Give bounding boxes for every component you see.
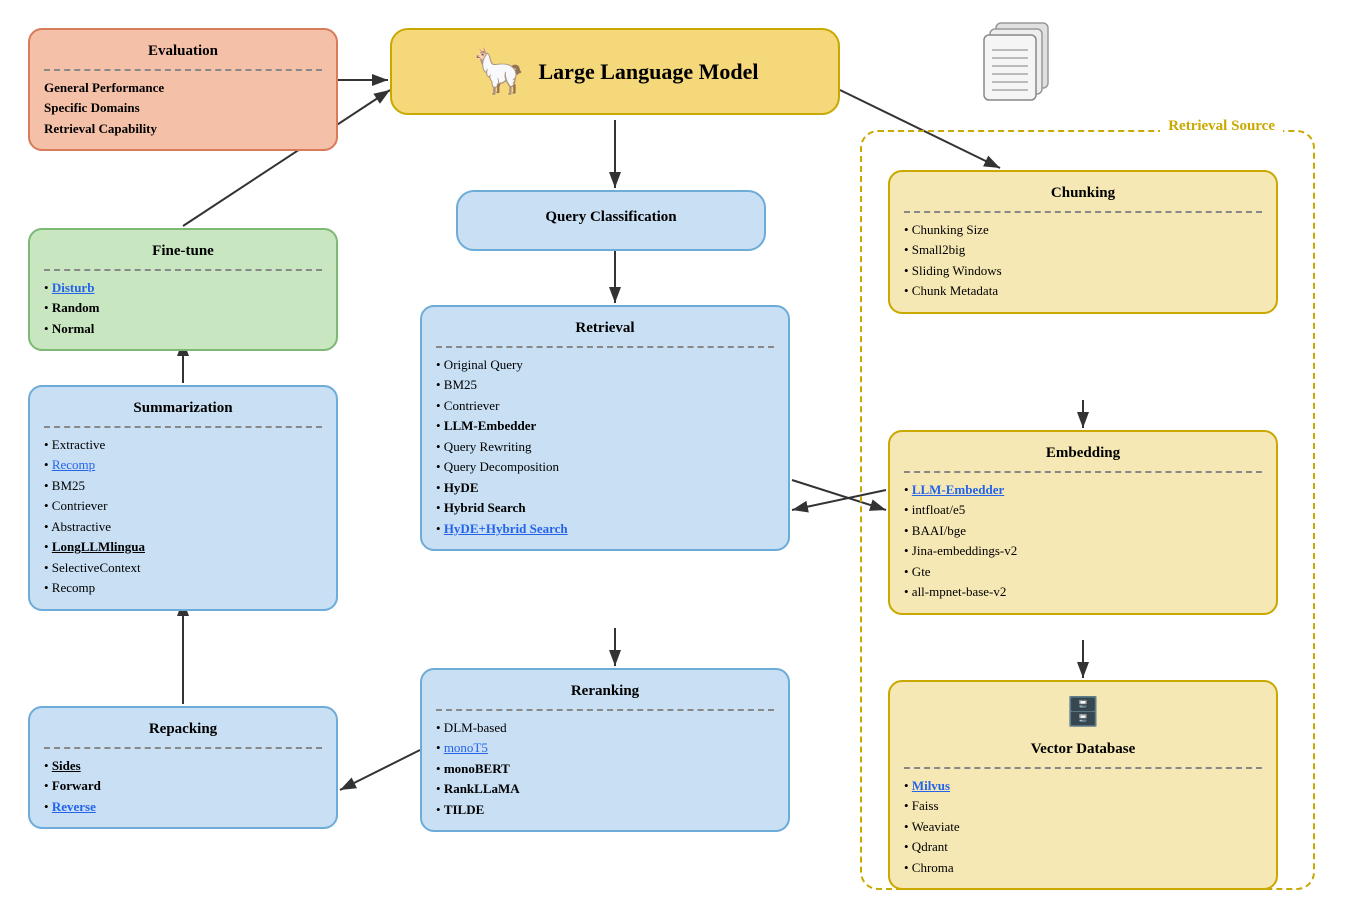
eval-item-3: Retrieval Capability [44,119,322,139]
reranking-divider [436,709,774,711]
chunking-items: • Chunking Size • Small2big • Sliding Wi… [904,220,1262,301]
chunk-small2big: • Small2big [904,240,1262,260]
finetune-item-random: • Random [44,298,322,318]
ret-contriever: • Contriever [436,396,774,416]
vdb-chroma: • Chroma [904,858,1262,878]
summ-recomp2: • Recomp [44,578,322,598]
ret-hybrid: • Hybrid Search [436,498,774,518]
summ-contriever: • Contriever [44,496,322,516]
document-icon-group [978,18,1058,112]
db-icon: 🗄️ [904,692,1262,734]
finetune-box: Fine-tune • Disturb • Random • Normal [28,228,338,351]
ret-hyde: • HyDE [436,478,774,498]
eval-item-1: General Performance [44,78,322,98]
summarization-title: Summarization [44,397,322,420]
emb-intfloat: • intfloat/e5 [904,500,1262,520]
summarization-box: Summarization • Extractive • Recomp • BM… [28,385,338,611]
ret-original: • Original Query [436,355,774,375]
evaluation-box: Evaluation General Performance Specific … [28,28,338,151]
retrieval-box: Retrieval • Original Query • BM25 • Cont… [420,305,790,551]
emb-mpnet: • all-mpnet-base-v2 [904,582,1262,602]
eval-divider [44,69,322,71]
repacking-reverse: • Reverse [44,797,322,817]
document-icon [978,18,1058,108]
eval-items: General Performance Specific Domains Ret… [44,78,322,139]
chunking-title: Chunking [904,182,1262,205]
repacking-box: Repacking • Sides • Forward • Reverse [28,706,338,829]
summ-selective: • SelectiveContext [44,558,322,578]
finetune-divider [44,269,322,271]
repacking-title: Repacking [44,718,322,741]
summ-longllm: • LongLLMlingua [44,537,322,557]
diagram: Retrieval Source Evaluation General Perf… [0,0,1358,924]
vdb-faiss: • Faiss [904,796,1262,816]
ret-rewriting: • Query Rewriting [436,437,774,457]
embedding-title: Embedding [904,442,1262,465]
chunking-box: Chunking • Chunking Size • Small2big • S… [888,170,1278,314]
summ-extractive: • Extractive [44,435,322,455]
emb-jina: • Jina-embeddings-v2 [904,541,1262,561]
summarization-divider [44,426,322,428]
reranking-items: • DLM-based • monoT5 • monoBERT • RankLL… [436,718,774,820]
chunk-sliding: • Sliding Windows [904,261,1262,281]
finetune-items: • Disturb • Random • Normal [44,278,322,339]
llm-box: 🦙 Large Language Model [390,28,840,115]
finetune-item-disturb: • Disturb [44,278,322,298]
retrieval-divider [436,346,774,348]
rerank-rankllama: • RankLLaMA [436,779,774,799]
summarization-items: • Extractive • Recomp • BM25 • Contrieve… [44,435,322,598]
vectordb-box: 🗄️ Vector Database • Milvus • Faiss • We… [888,680,1278,890]
ret-decomposition: • Query Decomposition [436,457,774,477]
rerank-dlm: • DLM-based [436,718,774,738]
repacking-items: • Sides • Forward • Reverse [44,756,322,817]
vectordb-title: Vector Database [904,738,1262,761]
embedding-divider [904,471,1262,473]
rerank-tilde: • TILDE [436,800,774,820]
finetune-item-normal: • Normal [44,319,322,339]
evaluation-title: Evaluation [44,40,322,63]
vdb-weaviate: • Weaviate [904,817,1262,837]
llm-icon: 🦙 [472,44,527,99]
emb-baai: • BAAI/bge [904,521,1262,541]
summ-recomp: • Recomp [44,455,322,475]
retrieval-items: • Original Query • BM25 • Contriever • L… [436,355,774,539]
chunk-size: • Chunking Size [904,220,1262,240]
llm-title: Large Language Model [539,55,759,88]
repacking-sides: • Sides [44,756,322,776]
ret-bm25: • BM25 [436,375,774,395]
retrieval-title: Retrieval [436,317,774,340]
vdb-qdrant: • Qdrant [904,837,1262,857]
rerank-monobert: • monoBERT [436,759,774,779]
emb-gte: • Gte [904,562,1262,582]
reranking-title: Reranking [436,680,774,703]
finetune-title: Fine-tune [44,240,322,263]
eval-item-2: Specific Domains [44,98,322,118]
ret-llm-embedder: • LLM-Embedder [436,416,774,436]
vectordb-divider [904,767,1262,769]
embedding-box: Embedding • LLM-Embedder • intfloat/e5 •… [888,430,1278,615]
embedding-items: • LLM-Embedder • intfloat/e5 • BAAI/bge … [904,480,1262,602]
chunk-metadata: • Chunk Metadata [904,281,1262,301]
repacking-forward: • Forward [44,776,322,796]
reranking-box: Reranking • DLM-based • monoT5 • monoBER… [420,668,790,832]
rerank-monot5: • monoT5 [436,738,774,758]
ret-hyde-hybrid: • HyDE+Hybrid Search [436,519,774,539]
query-classification-box: Query Classification [456,190,766,251]
chunking-divider [904,211,1262,213]
summ-abstractive: • Abstractive [44,517,322,537]
retrieval-source-label: Retrieval Source [1160,118,1283,135]
emb-llm: • LLM-Embedder [904,480,1262,500]
repacking-divider [44,747,322,749]
summ-bm25: • BM25 [44,476,322,496]
vdb-milvus: • Milvus [904,776,1262,796]
vectordb-items: • Milvus • Faiss • Weaviate • Qdrant • C… [904,776,1262,878]
query-title: Query Classification [476,206,746,229]
